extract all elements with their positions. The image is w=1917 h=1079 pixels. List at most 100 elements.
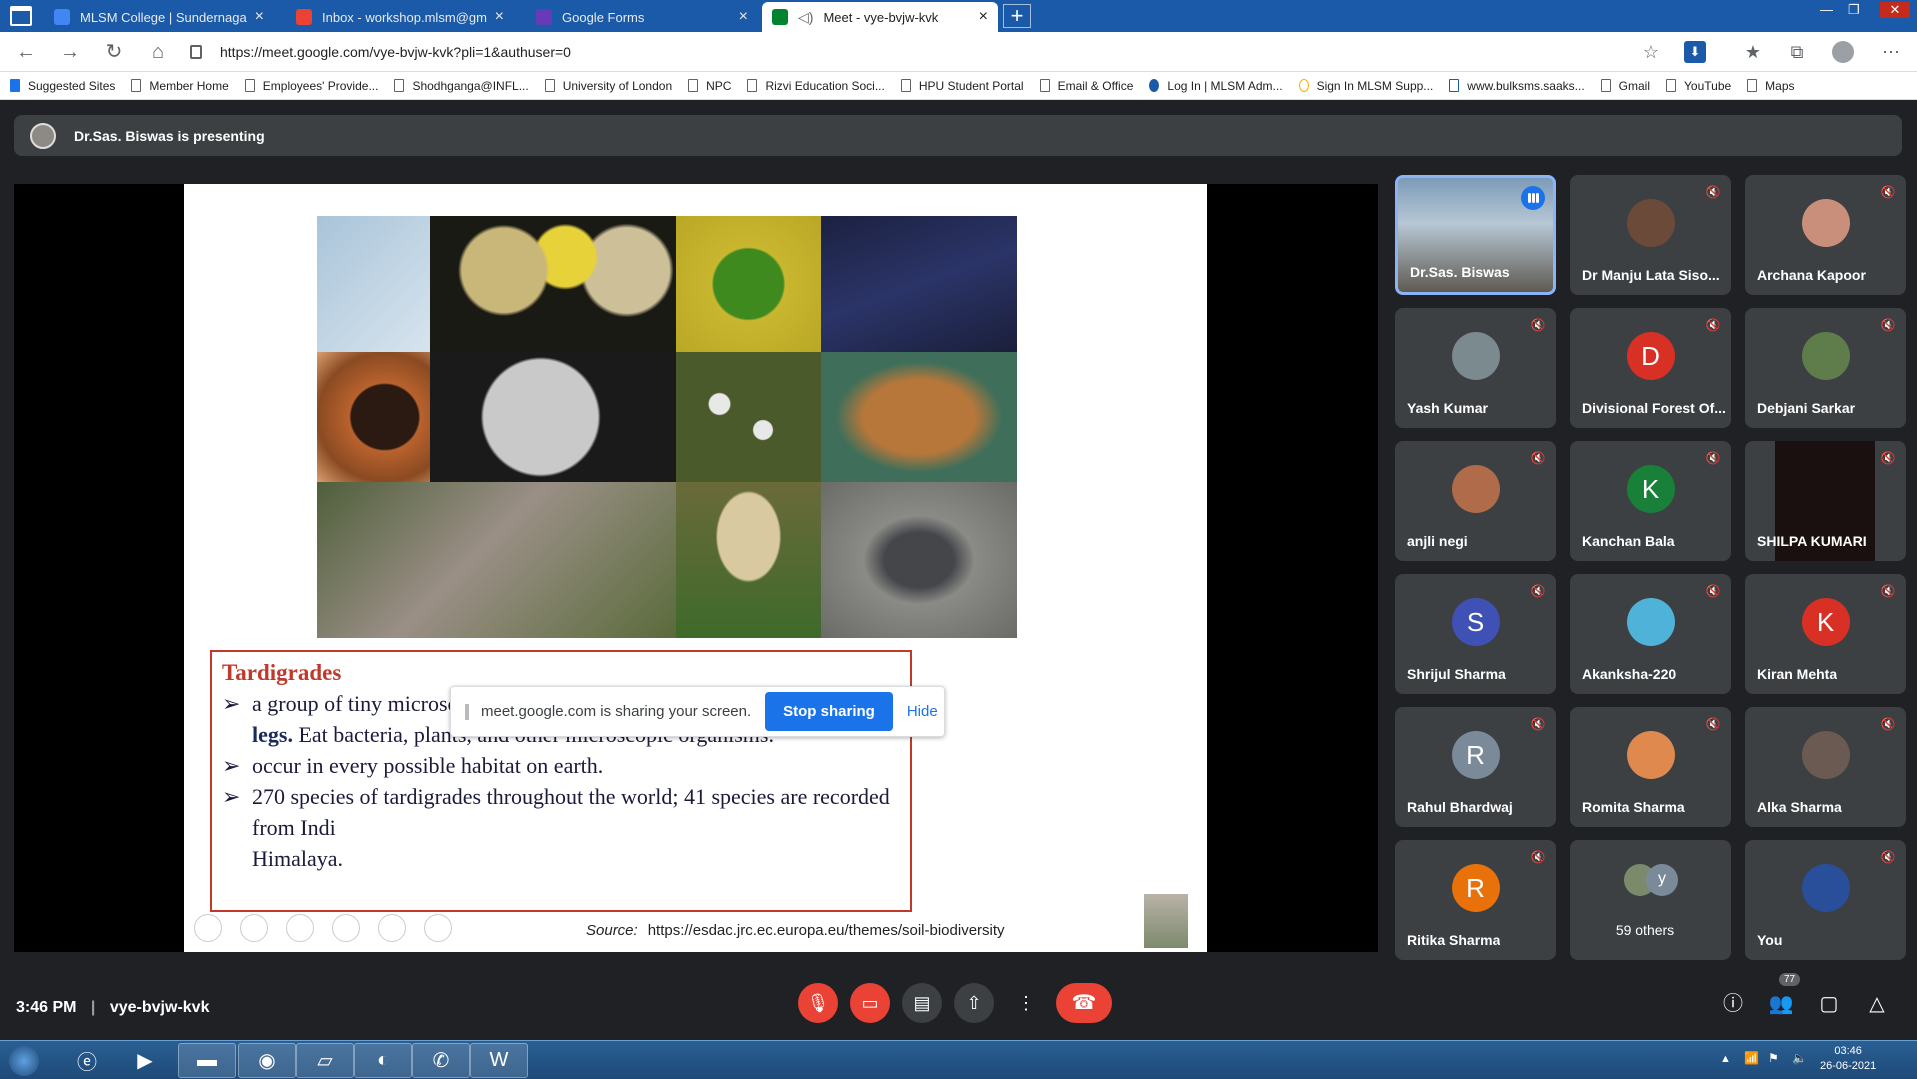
- restore-button[interactable]: ❐: [1848, 2, 1860, 18]
- favorites-icon[interactable]: ★: [1742, 41, 1764, 63]
- chat-icon[interactable]: ▢: [1816, 991, 1842, 1017]
- network-icon[interactable]: 📶: [1744, 1051, 1759, 1065]
- avatar: y: [1646, 864, 1678, 896]
- participant-name: Debjani Sarkar: [1757, 400, 1856, 416]
- bookmark-employees-provident[interactable]: Employees' Provide...: [244, 79, 378, 93]
- chrome-icon[interactable]: ◉: [238, 1043, 296, 1078]
- stop-sharing-button[interactable]: Stop sharing: [765, 692, 893, 731]
- bookmark-bulksms[interactable]: www.bulksms.saaks...: [1449, 79, 1585, 93]
- bookmark-email-office[interactable]: Email & Office: [1039, 79, 1133, 93]
- participant-tile[interactable]: R 🔇 Ritika Sharma: [1395, 840, 1556, 960]
- minimize-button[interactable]: —: [1820, 2, 1833, 17]
- participant-tile[interactable]: Dr.Sas. Biswas: [1395, 175, 1556, 295]
- tab-meet[interactable]: ◁) Meet - vye-bvjw-kvk ×: [762, 2, 998, 32]
- home-icon[interactable]: ⌂: [146, 40, 170, 64]
- participant-tile[interactable]: 🔇 Dr Manju Lata Siso...: [1570, 175, 1731, 295]
- tab-actions-icon[interactable]: [10, 6, 32, 26]
- bookmark-youtube[interactable]: YouTube: [1666, 79, 1731, 93]
- participant-tile[interactable]: 🔇 Romita Sharma: [1570, 707, 1731, 827]
- close-icon[interactable]: ×: [739, 8, 748, 26]
- bookmark-shodhganga[interactable]: Shodhganga@INFL...: [394, 79, 529, 93]
- tray-expand-icon[interactable]: ▲: [1720, 1053, 1731, 1065]
- participant-tile[interactable]: R 🔇 Rahul Bhardwaj: [1395, 707, 1556, 827]
- drag-handle-icon[interactable]: [465, 703, 469, 720]
- tab-google-forms[interactable]: Google Forms ×: [526, 2, 758, 32]
- bookmark-hpu-student-portal[interactable]: HPU Student Portal: [900, 79, 1024, 93]
- participant-tile[interactable]: 🔇 Yash Kumar: [1395, 308, 1556, 428]
- participant-tile[interactable]: 🔇 Akanksha-220: [1570, 574, 1731, 694]
- bookmark-mlsm-admin[interactable]: Log In | MLSM Adm...: [1149, 79, 1283, 93]
- feedback-app-icon[interactable]: ▱: [296, 1043, 354, 1078]
- camera-off-icon[interactable]: ▭: [850, 983, 890, 1023]
- bookmark-npc[interactable]: NPC: [688, 79, 731, 93]
- participant-tile[interactable]: D 🔇 Divisional Forest Of...: [1570, 308, 1731, 428]
- bookmark-member-home[interactable]: Member Home: [131, 79, 229, 93]
- participant-tile[interactable]: 🔇 You: [1745, 840, 1906, 960]
- activities-icon[interactable]: △: [1864, 991, 1890, 1017]
- new-tab-button[interactable]: +: [1003, 4, 1031, 28]
- people-count-badge: 77: [1779, 973, 1801, 986]
- more-options-icon[interactable]: ⋮: [1006, 983, 1046, 1023]
- volume-icon[interactable]: 🔈: [1792, 1051, 1807, 1065]
- mic-off-icon[interactable]: 🎙: [798, 983, 838, 1023]
- extension-icon[interactable]: ⬇: [1684, 41, 1706, 63]
- reload-icon[interactable]: ↻: [102, 40, 126, 64]
- word-icon[interactable]: W: [470, 1043, 528, 1078]
- next-slide-icon[interactable]: [240, 914, 268, 942]
- flag-icon[interactable]: ⚑: [1768, 1051, 1779, 1065]
- close-icon[interactable]: ×: [495, 8, 504, 26]
- url-field[interactable]: https://meet.google.com/vye-bvjw-kvk?pli…: [190, 38, 1640, 66]
- more-menu-icon[interactable]: ⋯: [1880, 41, 1902, 63]
- participant-tile[interactable]: K 🔇 Kiran Mehta: [1745, 574, 1906, 694]
- participant-name: Shrijul Sharma: [1407, 666, 1506, 682]
- bookmark-mlsm-support[interactable]: Sign In MLSM Supp...: [1298, 79, 1433, 93]
- more-options-icon[interactable]: [424, 914, 452, 942]
- participant-tile[interactable]: 🔇 Archana Kapoor: [1745, 175, 1906, 295]
- lock-icon[interactable]: [190, 45, 202, 59]
- profile-avatar[interactable]: [1832, 41, 1854, 63]
- edge-icon[interactable]: ◐: [354, 1043, 412, 1078]
- zoom-icon[interactable]: [378, 914, 406, 942]
- participant-tile[interactable]: 🔇 anjli negi: [1395, 441, 1556, 561]
- prev-slide-icon[interactable]: [194, 914, 222, 942]
- file-explorer-icon[interactable]: ▬: [178, 1043, 236, 1078]
- pen-icon[interactable]: [286, 914, 314, 942]
- browser-tab-bar: MLSM College | Sundernagar, M × Inbox - …: [0, 0, 1917, 32]
- whatsapp-icon[interactable]: ✆: [412, 1043, 470, 1078]
- start-button[interactable]: [0, 1043, 48, 1078]
- add-favorite-icon[interactable]: ☆: [1640, 41, 1662, 63]
- participant-tile[interactable]: S 🔇 Shrijul Sharma: [1395, 574, 1556, 694]
- speaker-icon[interactable]: ◁): [798, 9, 813, 26]
- bookmark-maps[interactable]: Maps: [1747, 79, 1795, 93]
- participant-tile[interactable]: 🔇 Debjani Sarkar: [1745, 308, 1906, 428]
- leave-call-button[interactable]: ☎: [1056, 983, 1112, 1023]
- captions-icon[interactable]: ▤: [902, 983, 942, 1023]
- collections-icon[interactable]: ⧉: [1786, 41, 1808, 63]
- system-clock[interactable]: 03:46 26-06-2021: [1820, 1044, 1876, 1074]
- forward-icon[interactable]: →: [58, 40, 82, 64]
- slides-grid-icon[interactable]: [332, 914, 360, 942]
- participant-tile[interactable]: 🔇 Alka Sharma: [1745, 707, 1906, 827]
- close-icon[interactable]: ×: [979, 8, 988, 26]
- participant-tile[interactable]: K 🔇 Kanchan Bala: [1570, 441, 1731, 561]
- meeting-details-icon[interactable]: ⓘ: [1720, 991, 1746, 1017]
- media-player-icon[interactable]: ▶: [116, 1043, 174, 1078]
- internet-explorer-icon[interactable]: ⓔ: [58, 1043, 116, 1078]
- back-icon[interactable]: ←: [14, 40, 38, 64]
- participant-tile[interactable]: y 59 others: [1570, 840, 1731, 960]
- bookmark-suggested-sites[interactable]: Suggested Sites: [10, 79, 115, 93]
- bookmark-rizvi-education[interactable]: Rizvi Education Soci...: [747, 79, 885, 93]
- tab-mlsm-college[interactable]: MLSM College | Sundernagar, M ×: [44, 2, 274, 32]
- shared-slide: Tardigrades ➢ a group of tiny microscopi…: [184, 184, 1207, 952]
- hide-sharing-bar-button[interactable]: Hide: [907, 703, 938, 720]
- close-icon[interactable]: ×: [255, 8, 264, 26]
- window-close-button[interactable]: ✕: [1880, 2, 1910, 18]
- bookmark-university-of-london[interactable]: University of London: [544, 79, 672, 93]
- bookmark-gmail[interactable]: Gmail: [1600, 79, 1650, 93]
- participant-tile[interactable]: 🔇 SHILPA KUMARI: [1745, 441, 1906, 561]
- people-icon[interactable]: 👥: [1768, 991, 1794, 1017]
- avatar: K: [1626, 465, 1675, 513]
- present-screen-icon[interactable]: ⇧: [954, 983, 994, 1023]
- presentation-stage[interactable]: Tardigrades ➢ a group of tiny microscopi…: [14, 184, 1378, 952]
- tab-gmail-inbox[interactable]: Inbox - workshop.mlsm@gmail.c ×: [286, 2, 514, 32]
